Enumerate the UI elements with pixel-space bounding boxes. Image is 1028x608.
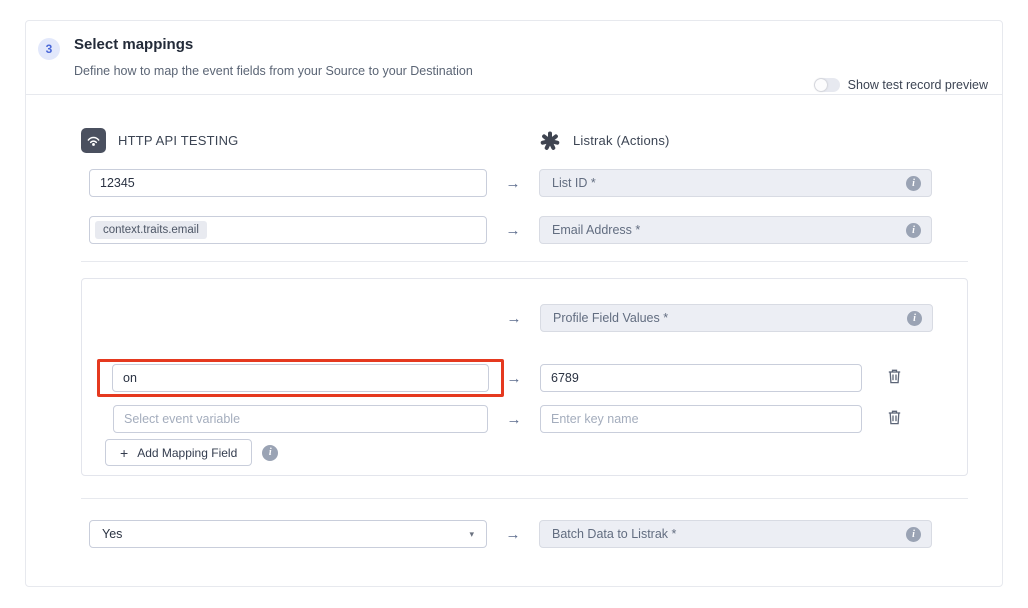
delete-row-button[interactable] — [886, 367, 903, 389]
arrow-icon: → — [488, 411, 540, 428]
info-icon[interactable]: i — [906, 527, 921, 542]
pair2-key-input[interactable] — [113, 405, 488, 433]
delete-row-button[interactable] — [886, 408, 903, 430]
mapping-row-list-id: → List ID * i — [81, 169, 1002, 197]
info-icon[interactable]: i — [907, 311, 922, 326]
info-icon[interactable]: i — [262, 445, 278, 461]
mapping-pair-row-1: → — [105, 359, 954, 397]
arrow-icon: → — [487, 222, 539, 239]
list-id-dest-field[interactable]: List ID * i — [539, 169, 932, 197]
card-header: 3 Select mappings Define how to map the … — [26, 21, 1002, 94]
pair1-key-input[interactable] — [112, 364, 489, 392]
mapping-row-email: context.traits.email → Email Address * i — [81, 216, 1002, 244]
destination-name-label: Listrak (Actions) — [573, 133, 670, 148]
info-icon[interactable]: i — [906, 223, 921, 238]
dest-field-label: List ID * — [552, 176, 906, 190]
arrow-icon: → — [488, 370, 540, 387]
event-variable-token[interactable]: context.traits.email — [95, 221, 207, 239]
arrow-icon: → — [487, 526, 539, 543]
show-test-record-toggle[interactable] — [814, 78, 840, 92]
chevron-down-icon: ▾ — [469, 529, 474, 540]
mapping-row-batch: Yes ▾ → Batch Data to Listrak * i — [81, 520, 1002, 548]
add-mapping-row: + Add Mapping Field i — [105, 439, 954, 466]
column-headers: HTTP API TESTING — [81, 128, 1002, 153]
info-icon[interactable]: i — [906, 176, 921, 191]
trash-icon — [888, 410, 901, 428]
mapping-pair-row-2: → — [105, 405, 954, 433]
toggle-label: Show test record preview — [848, 78, 988, 92]
dest-field-label: Email Address * — [552, 223, 906, 237]
email-source-input[interactable]: context.traits.email — [89, 216, 487, 244]
arrow-icon: → — [487, 175, 539, 192]
select-mappings-card: 3 Select mappings Define how to map the … — [25, 20, 1003, 587]
trash-icon — [888, 369, 901, 387]
mapping-row-profile: → Profile Field Values * i — [105, 304, 954, 332]
header-divider — [26, 94, 1002, 95]
plus-icon: + — [120, 445, 128, 461]
page-description: Define how to map the event fields from … — [74, 64, 473, 78]
list-id-source-input[interactable] — [89, 169, 487, 197]
listrak-logo-icon — [539, 130, 561, 152]
profile-dest-field[interactable]: Profile Field Values * i — [540, 304, 933, 332]
batch-dest-field[interactable]: Batch Data to Listrak * i — [539, 520, 932, 548]
page-title: Select mappings — [74, 36, 473, 53]
profile-field-values-group: → Profile Field Values * i → — [81, 278, 968, 476]
toggle-knob — [815, 79, 827, 91]
dest-field-label: Profile Field Values * — [553, 311, 907, 325]
section-divider — [81, 261, 968, 262]
dest-field-label: Batch Data to Listrak * — [552, 527, 906, 541]
source-name-label: HTTP API TESTING — [118, 133, 238, 148]
batch-selected-value: Yes — [102, 527, 122, 541]
red-highlight-annotation — [97, 359, 504, 397]
add-mapping-field-label: Add Mapping Field — [137, 446, 237, 460]
pair2-value-input[interactable] — [540, 405, 862, 433]
source-signal-icon — [81, 128, 106, 153]
arrow-icon: → — [488, 310, 540, 327]
email-dest-field[interactable]: Email Address * i — [539, 216, 932, 244]
step-number-badge: 3 — [38, 38, 60, 60]
batch-select-dropdown[interactable]: Yes ▾ — [89, 520, 487, 548]
pair1-value-input[interactable] — [540, 364, 862, 392]
add-mapping-field-button[interactable]: + Add Mapping Field — [105, 439, 252, 466]
section-divider — [81, 498, 968, 499]
